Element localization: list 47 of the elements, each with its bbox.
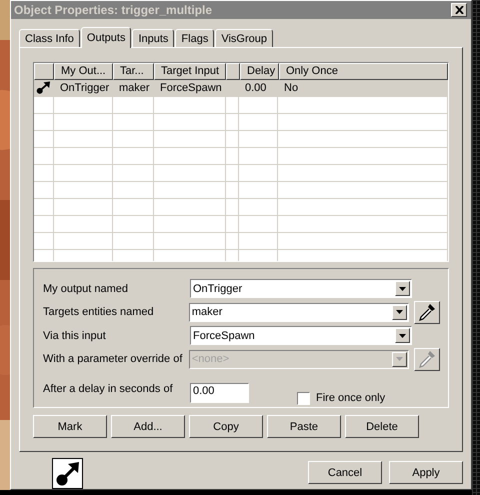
tab[interactable]: Outputs: [80, 27, 132, 48]
action-button[interactable]: Delete: [345, 415, 419, 438]
field-label: Via this input: [43, 330, 107, 342]
delay-field[interactable]: 0.00: [190, 383, 249, 403]
column-header[interactable]: Only Once: [279, 63, 448, 80]
table-cell: maker: [119, 82, 150, 94]
combo-box[interactable]: maker: [188, 302, 410, 322]
combo-box[interactable]: ForceSpawn: [190, 326, 412, 345]
tab[interactable]: Flags: [175, 29, 214, 47]
action-button[interactable]: Mark: [33, 415, 107, 438]
dropdown-arrow-icon: [399, 286, 406, 290]
output-arrow-icon: [36, 81, 51, 95]
table-cell: ForceSpawn: [160, 82, 222, 94]
close-icon: [454, 6, 464, 14]
dialog-button[interactable]: Cancel: [308, 461, 382, 484]
column-header[interactable]: [34, 63, 54, 80]
action-button[interactable]: Add...: [111, 415, 185, 438]
eyedropper-button[interactable]: [414, 300, 440, 324]
column-header[interactable]: Target Input: [154, 63, 226, 80]
action-button[interactable]: Copy: [189, 415, 263, 438]
column-header[interactable]: My Out...: [54, 63, 113, 80]
eyedropper-icon: [418, 350, 436, 368]
tab[interactable]: Class Info: [19, 29, 80, 47]
dropdown-arrow-icon: [396, 310, 404, 314]
table-row[interactable]: OnTrigger maker ForceSpawn 0.00 No: [34, 80, 448, 97]
column-header[interactable]: [226, 63, 240, 80]
column-header[interactable]: Delay: [240, 63, 279, 80]
tab[interactable]: VisGroup: [215, 29, 273, 47]
field-label: With a parameter override of: [43, 353, 184, 365]
combo-box[interactable]: OnTrigger: [190, 279, 412, 298]
dropdown-arrow-icon: [399, 334, 406, 338]
table-cell: No: [284, 82, 298, 94]
field-label: After a delay in seconds of: [43, 383, 174, 395]
field-label: Targets entities named: [43, 306, 155, 318]
action-button[interactable]: Paste: [267, 415, 341, 438]
field-label: My output named: [43, 282, 129, 294]
close-button[interactable]: [451, 3, 467, 17]
column-header[interactable]: Tar...: [113, 63, 154, 80]
table-cell: 0.00: [245, 82, 266, 94]
eyedropper-icon: [418, 303, 436, 321]
dropdown-arrow-icon: [396, 357, 404, 361]
eyedropper-button[interactable]: [414, 348, 440, 370]
table-cell: OnTrigger: [60, 82, 110, 94]
fire-once-checkbox[interactable]: Fire once only: [297, 392, 386, 404]
window-title: Object Properties: trigger_multiple: [14, 3, 212, 17]
dialog-button[interactable]: Apply: [389, 461, 463, 484]
tab[interactable]: Inputs: [132, 29, 174, 47]
